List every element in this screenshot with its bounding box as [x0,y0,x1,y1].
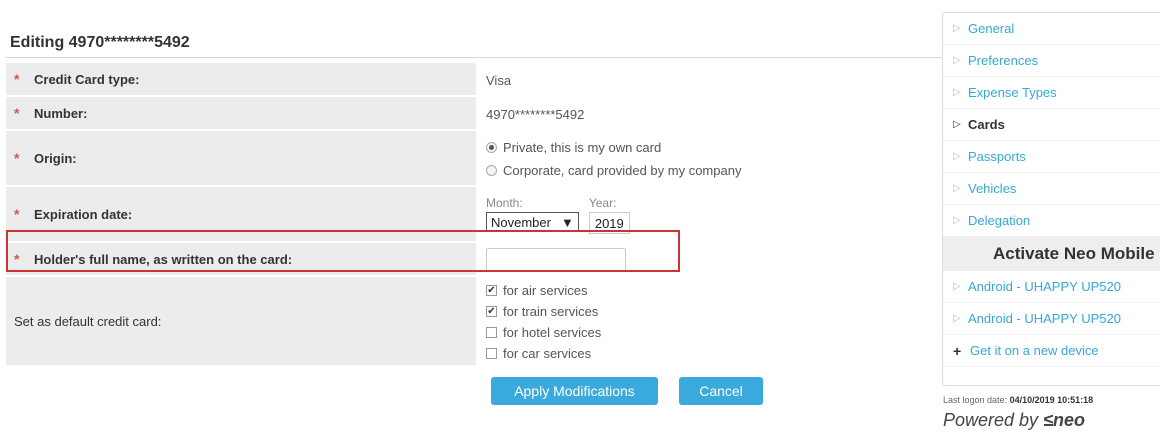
expiration-fields: Month: November ▼ Year: 2019 [486,196,630,234]
sidebar-item-cards[interactable]: ▷ Cards [943,109,1160,141]
sidebar-item-expense-types[interactable]: ▷ Expense Types [943,77,1160,109]
powered-by-text: Powered by [943,410,1039,430]
sidebar-item-vehicles[interactable]: ▷ Vehicles [943,173,1160,205]
expiration-label: Expiration date: [34,206,133,222]
origin-radio-group: Private, this is my own card Corporate, … [486,140,741,178]
sidebar-item-general[interactable]: ▷ General [943,13,1160,45]
triangle-right-icon: ▷ [953,183,961,194]
dropdown-arrow-icon: ▼ [560,214,574,230]
sidebar-item-label: Expense Types [968,85,1057,100]
checkbox-car-label: for car services [503,346,592,361]
option-air[interactable]: ✔ for air services [486,283,601,298]
page-title: Editing 4970********5492 [10,34,190,51]
origin-option-corporate[interactable]: Corporate, card provided by my company [486,163,741,178]
year-col: Year: 2019 [588,196,630,234]
default-card-label: Set as default credit card: [14,313,162,329]
option-car[interactable]: for car services [486,346,601,361]
sidebar-item-label: Passports [968,149,1026,164]
required-mark: * [14,150,20,166]
sidebar-new-device[interactable]: + Get it on a new device [943,335,1160,367]
triangle-right-icon: ▷ [953,281,961,292]
triangle-right-icon: ▷ [953,151,961,162]
triangle-right-icon: ▷ [953,215,961,226]
powered-by: Powered by ≤neo [943,410,1085,431]
triangle-right-icon: ▷ [953,23,961,34]
checkbox-train[interactable]: ✔ [486,306,497,317]
sidebar-device-2[interactable]: ▷ Android - UHAPPY UP520 [943,303,1160,335]
title-divider [6,57,950,58]
row-origin: * Origin: Private, this is my own card C… [6,131,950,187]
brand-text: neo [1052,410,1085,430]
sidebar-device-1[interactable]: ▷ Android - UHAPPY UP520 [943,271,1160,303]
card-type-label-cell: * Credit Card type: [6,63,476,97]
device-label: Android - UHAPPY UP520 [968,279,1121,294]
radio-corporate[interactable] [486,165,497,176]
plus-icon: + [953,342,962,359]
row-card-type: * Credit Card type: Visa [6,63,950,97]
logon-value: 04/10/2019 10:51:18 [1009,395,1094,405]
required-mark: * [14,71,20,87]
apply-modifications-button[interactable]: Apply Modifications [491,377,658,405]
month-value: November [491,214,551,230]
number-value: 4970********5492 [486,106,585,122]
default-checkbox-group: ✔ for air services ✔ for train services … [486,283,601,361]
card-edit-form: * Credit Card type: Visa * Number: 4970*… [6,63,950,367]
default-label-cell: Set as default credit card: [6,277,476,367]
radio-corporate-label: Corporate, card provided by my company [503,163,742,178]
sidebar-item-label: Delegation [968,213,1031,228]
triangle-right-icon: ▷ [953,313,961,324]
last-logon: Last logon date: 04/10/2019 10:51:18 [943,395,1093,405]
required-mark: * [14,206,20,222]
settings-sidebar: ▷ General ▷ Preferences ▷ Expense Types … [942,12,1160,386]
logon-label: Last logon date: [943,395,1008,405]
number-label-cell: * Number: [6,97,476,131]
origin-label-cell: * Origin: [6,131,476,187]
card-type-value: Visa [486,72,512,88]
sidebar-item-label: Preferences [968,53,1039,68]
month-col: Month: November ▼ [486,196,579,234]
sidebar-item-label: Vehicles [968,181,1017,196]
cancel-button[interactable]: Cancel [679,377,763,405]
sidebar-item-preferences[interactable]: ▷ Preferences [943,45,1160,77]
month-label: Month: [486,196,523,210]
option-train[interactable]: ✔ for train services [486,304,601,319]
row-default-card: Set as default credit card: ✔ for air se… [6,277,950,367]
checkbox-air[interactable]: ✔ [486,285,497,296]
checkbox-air-label: for air services [503,283,588,298]
month-select[interactable]: November ▼ [486,212,579,232]
radio-private-label: Private, this is my own card [503,140,662,155]
mobile-section-header: Activate Neo Mobile [943,237,1160,271]
checkbox-car[interactable] [486,348,497,359]
origin-label: Origin: [34,150,77,166]
sidebar-item-label: General [968,21,1015,36]
year-label: Year: [588,196,617,210]
sidebar-item-label: Cards [968,117,1005,132]
triangle-right-icon: ▷ [953,55,961,66]
option-hotel[interactable]: for hotel services [486,325,601,340]
number-label: Number: [34,105,88,121]
checkbox-train-label: for train services [503,304,599,319]
checkbox-hotel[interactable] [486,327,497,338]
sidebar-item-delegation[interactable]: ▷ Delegation [943,205,1160,237]
radio-private[interactable] [486,142,497,153]
holder-highlight-box [6,230,680,272]
triangle-right-icon: ▷ [953,87,961,98]
device-label: Android - UHAPPY UP520 [968,311,1121,326]
required-mark: * [14,105,20,121]
new-device-label: Get it on a new device [970,343,1099,358]
origin-value-cell: Private, this is my own card Corporate, … [476,131,950,187]
sidebar-item-passports[interactable]: ▷ Passports [943,141,1160,173]
triangle-right-icon: ▷ [953,119,961,130]
row-number: * Number: 4970********5492 [6,97,950,131]
origin-option-private[interactable]: Private, this is my own card [486,140,741,155]
neo-logo: ≤neo [1043,410,1085,430]
checkbox-hotel-label: for hotel services [503,325,602,340]
card-type-label: Credit Card type: [34,71,140,87]
default-value-cell: ✔ for air services ✔ for train services … [476,277,950,367]
